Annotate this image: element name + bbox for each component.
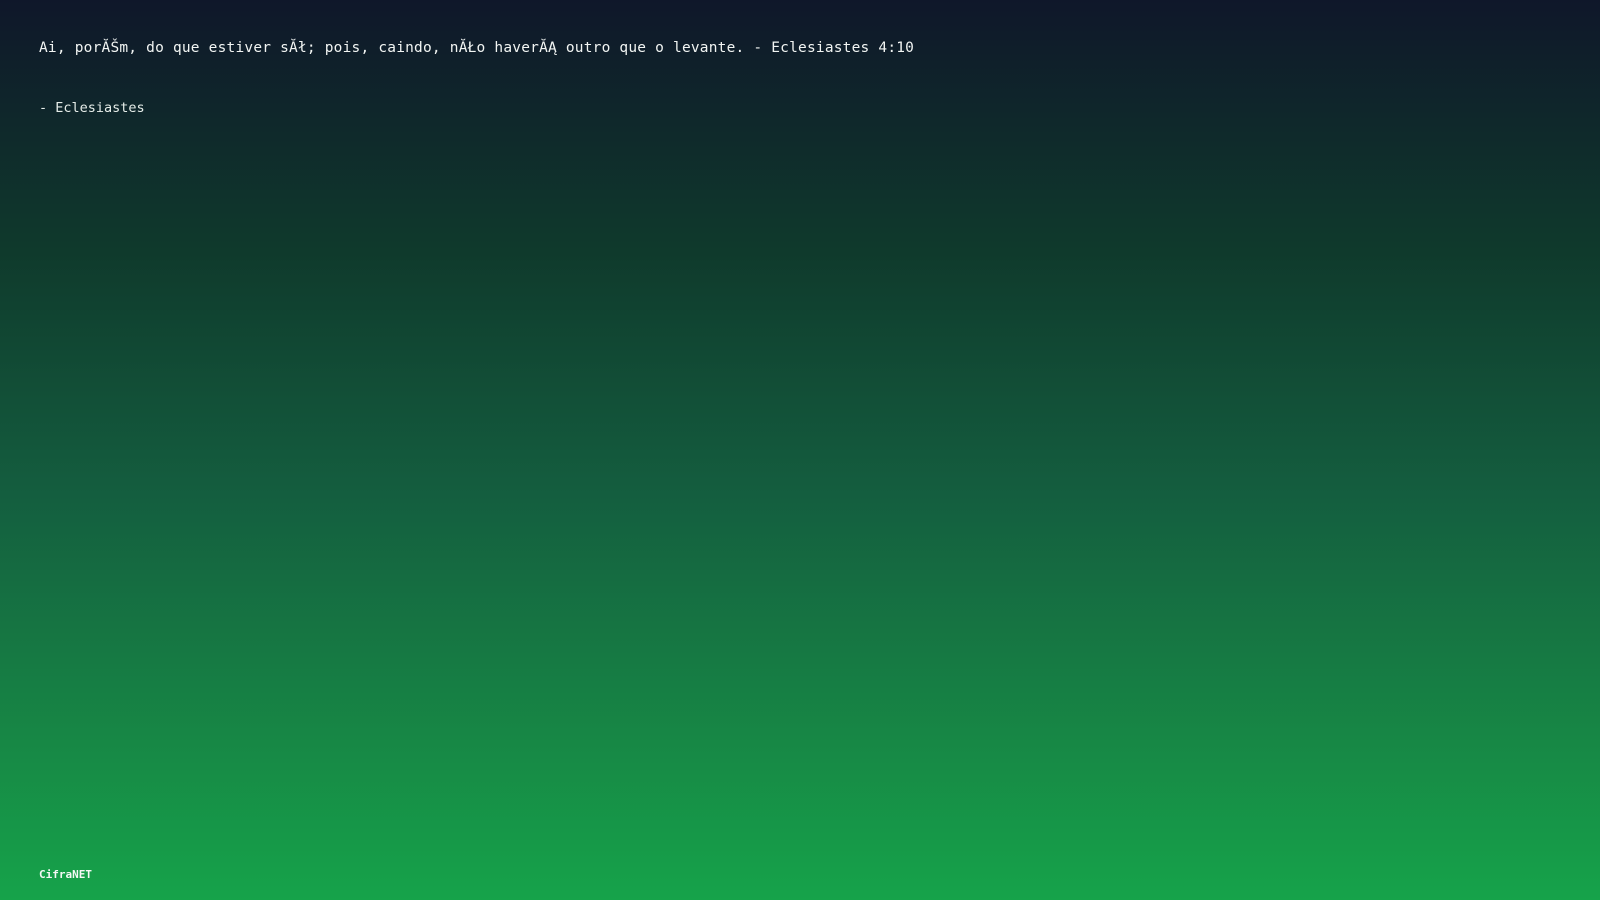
quote-attribution: - Eclesiastes <box>39 100 145 116</box>
quote-text: Ai, porĂŠm, do que estiver sĂł; pois, ca… <box>39 40 915 56</box>
quote-screen: { "quote": { "text": "Ai, porĂŠm, do que… <box>0 0 1600 900</box>
brand-logo-text: CifraNET <box>39 868 92 881</box>
